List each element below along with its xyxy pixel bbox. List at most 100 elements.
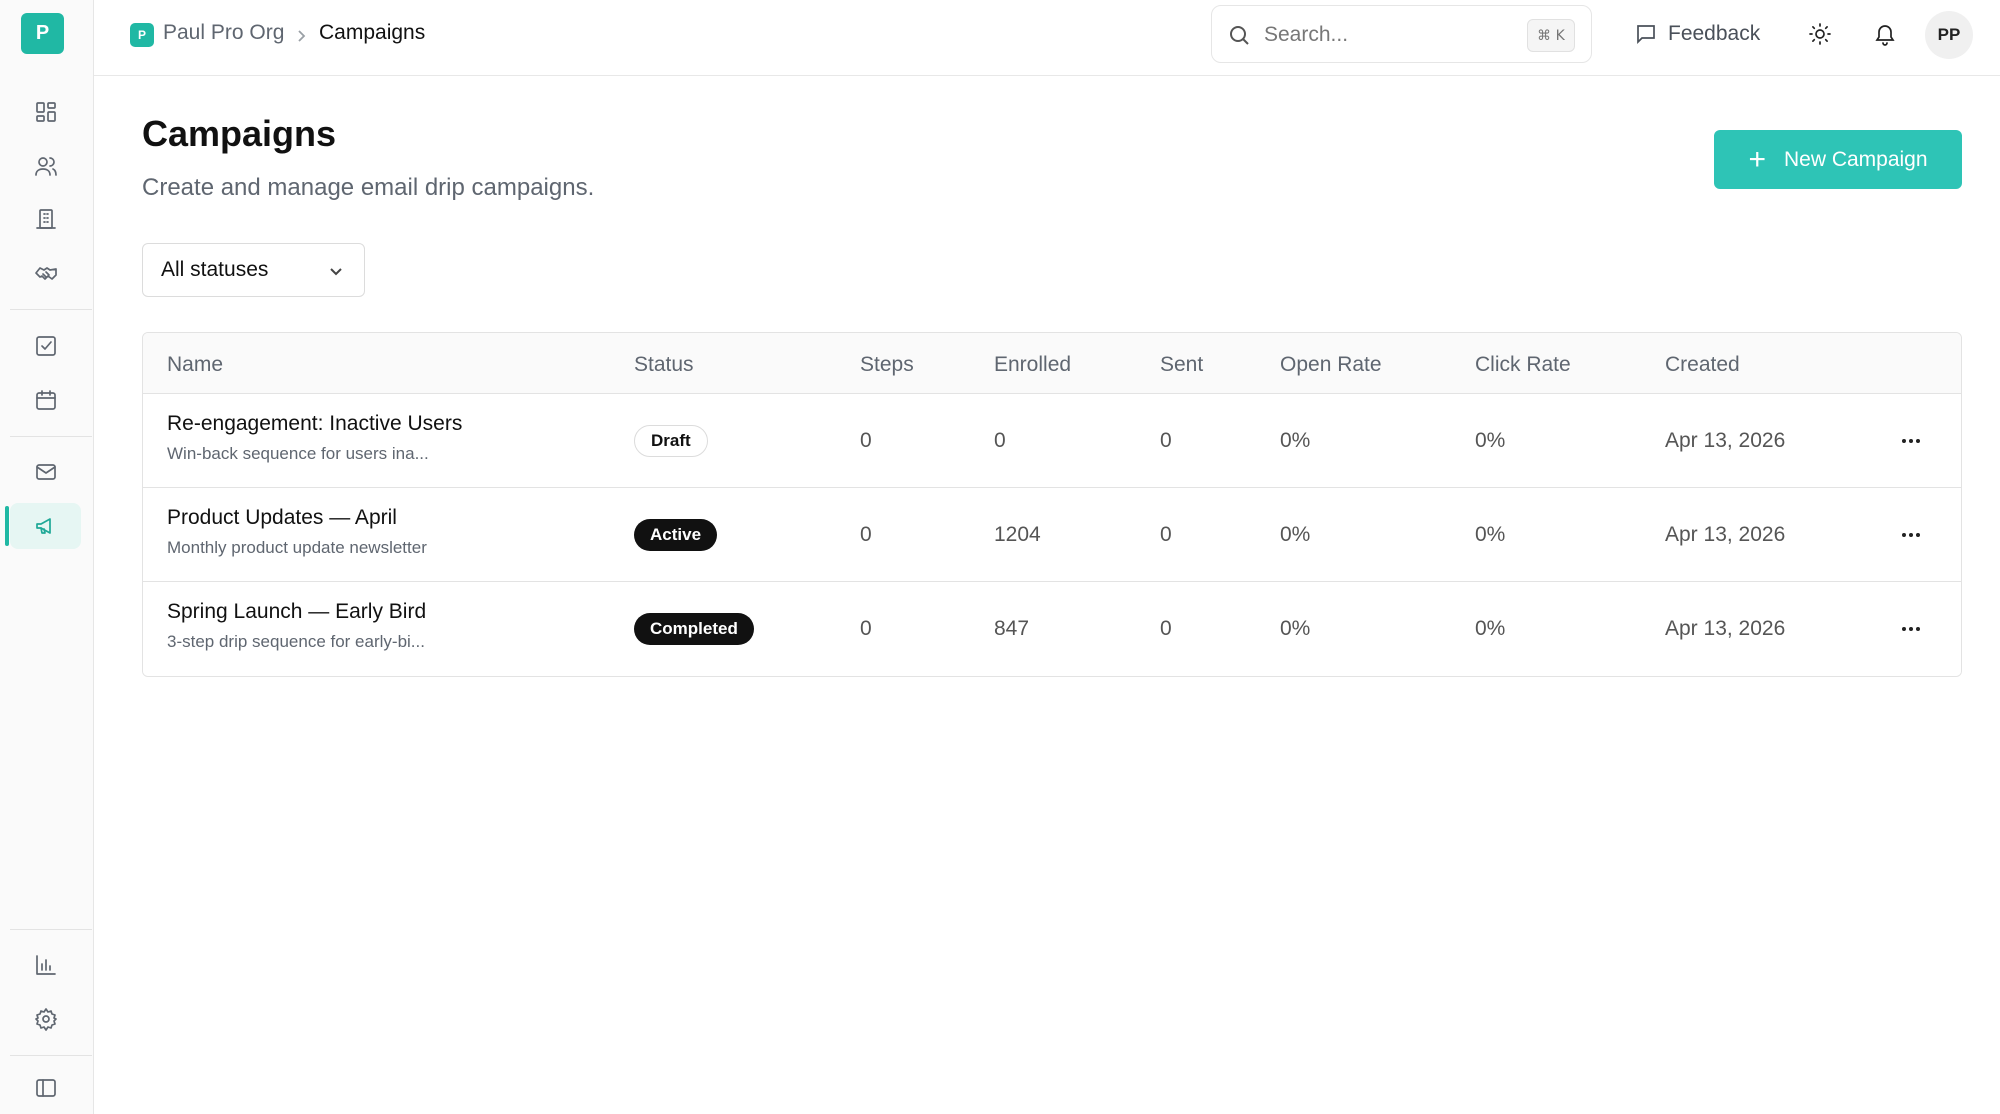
column-header-click-rate[interactable]: Click Rate <box>1475 353 1571 377</box>
breadcrumb-current: Campaigns <box>319 21 426 44</box>
theme-toggle-button[interactable] <box>1803 17 1837 51</box>
chevron-down-icon <box>330 268 342 276</box>
search-input[interactable]: Search... ⌘ K <box>1211 5 1592 63</box>
status-badge: Draft <box>634 425 708 457</box>
feedback-button[interactable]: Feedback <box>1634 16 1760 52</box>
analytics-icon <box>35 955 56 975</box>
settings-icon <box>34 1008 57 1031</box>
row-actions-button[interactable] <box>1893 521 1929 549</box>
campaign-description: Win-back sequence for users ina... <box>167 444 429 463</box>
page-subtitle: Create and manage email drip campaigns. <box>142 174 595 201</box>
sidebar-divider <box>10 436 92 437</box>
sidebar-item-tasks[interactable] <box>10 323 81 369</box>
enrolled-value: 0 <box>994 429 1006 452</box>
more-horizontal-icon <box>1909 627 1913 631</box>
users-icon <box>34 157 57 176</box>
more-horizontal-icon <box>1902 439 1906 443</box>
more-horizontal-icon <box>1902 533 1906 537</box>
status-badge: Active <box>634 519 718 551</box>
search-icon <box>1230 26 1249 45</box>
sent-value: 0 <box>1160 617 1172 640</box>
message-icon <box>1637 25 1655 45</box>
panel-toggle-icon <box>35 1079 56 1097</box>
open-rate-value: 0% <box>1280 523 1311 546</box>
status-filter-value: All statuses <box>161 258 269 281</box>
chevron-right-icon <box>298 30 306 42</box>
row-actions-button[interactable] <box>1893 615 1929 643</box>
column-header-created[interactable]: Created <box>1665 353 1740 377</box>
more-horizontal-icon <box>1902 627 1906 631</box>
campaign-name[interactable]: Product Updates — April <box>167 506 397 530</box>
sidebar-divider <box>10 309 92 310</box>
table-row[interactable]: Spring Launch — Early Bird 3-step drip s… <box>143 582 1961 676</box>
sun-icon <box>1809 23 1831 45</box>
avatar[interactable]: PP <box>1925 11 1973 59</box>
row-actions-button[interactable] <box>1893 427 1929 455</box>
status-filter-select[interactable]: All statuses <box>142 243 365 297</box>
table-row[interactable]: Re-engagement: Inactive Users Win-back s… <box>143 394 1961 488</box>
steps-value: 0 <box>860 523 872 546</box>
steps-value: 0 <box>860 617 872 640</box>
open-rate-value: 0% <box>1280 617 1311 640</box>
sidebar: P <box>0 0 94 1114</box>
sidebar-active-indicator <box>5 506 9 546</box>
column-header-status[interactable]: Status <box>634 353 694 377</box>
mail-icon <box>35 464 56 480</box>
plus-icon: + <box>1748 142 1766 176</box>
handshake-icon <box>34 267 57 280</box>
sidebar-item-settings[interactable] <box>10 996 81 1042</box>
column-header-enrolled[interactable]: Enrolled <box>994 353 1071 377</box>
campaign-description: 3-step drip sequence for early-bi... <box>167 632 425 651</box>
more-horizontal-icon <box>1916 627 1920 631</box>
breadcrumb-org-link[interactable]: Paul Pro Org <box>163 21 284 45</box>
click-rate-value: 0% <box>1475 523 1506 546</box>
sidebar-item-contacts[interactable] <box>10 143 81 189</box>
sidebar-item-analytics[interactable] <box>10 942 81 988</box>
notifications-button[interactable] <box>1868 17 1902 51</box>
new-campaign-button[interactable]: + New Campaign <box>1714 130 1962 189</box>
sidebar-divider <box>10 1055 92 1056</box>
megaphone-icon <box>35 518 51 534</box>
campaign-name[interactable]: Spring Launch — Early Bird <box>167 600 426 624</box>
sidebar-item-calendar[interactable] <box>10 377 81 423</box>
created-value: Apr 13, 2026 <box>1665 429 1786 452</box>
search-placeholder: Search... <box>1264 23 1349 46</box>
more-horizontal-icon <box>1916 439 1920 443</box>
dashboard-icon <box>35 102 56 122</box>
click-rate-value: 0% <box>1475 429 1506 452</box>
org-badge: P <box>130 23 154 47</box>
building-icon <box>35 209 56 229</box>
campaigns-table: Name Status Steps Enrolled Sent Open Rat… <box>142 332 1962 677</box>
table-row[interactable]: Product Updates — April Monthly product … <box>143 488 1961 582</box>
campaign-name[interactable]: Re-engagement: Inactive Users <box>167 412 462 436</box>
column-header-name[interactable]: Name <box>167 353 223 377</box>
search-shortcut-hint: ⌘ K <box>1527 19 1575 52</box>
sidebar-item-deals[interactable] <box>10 250 81 296</box>
sidebar-item-companies[interactable] <box>10 196 81 242</box>
new-campaign-label: New Campaign <box>1783 147 1928 171</box>
more-horizontal-icon <box>1916 533 1920 537</box>
sidebar-item-email[interactable] <box>10 449 81 495</box>
created-value: Apr 13, 2026 <box>1665 617 1786 640</box>
sent-value: 0 <box>1160 429 1172 452</box>
calendar-icon <box>35 390 56 410</box>
sidebar-collapse-button[interactable] <box>10 1065 81 1111</box>
topbar: P Paul Pro Org Campaigns Search... ⌘ K F… <box>94 0 2000 76</box>
sidebar-item-dashboard[interactable] <box>10 89 81 135</box>
click-rate-value: 0% <box>1475 617 1506 640</box>
enrolled-value: 847 <box>994 617 1030 640</box>
page-title: Campaigns <box>142 113 337 154</box>
open-rate-value: 0% <box>1280 429 1311 452</box>
table-header: Name Status Steps Enrolled Sent Open Rat… <box>143 333 1961 394</box>
app-logo[interactable]: P <box>21 13 64 54</box>
enrolled-value: 1204 <box>994 523 1041 546</box>
campaign-description: Monthly product update newsletter <box>167 538 427 557</box>
column-header-open-rate[interactable]: Open Rate <box>1280 353 1382 377</box>
more-horizontal-icon <box>1909 533 1913 537</box>
sidebar-item-campaigns[interactable] <box>10 503 81 549</box>
column-header-sent[interactable]: Sent <box>1160 353 1203 377</box>
steps-value: 0 <box>860 429 872 452</box>
status-badge: Completed <box>634 613 754 645</box>
column-header-steps[interactable]: Steps <box>860 353 914 377</box>
bell-icon <box>1875 25 1895 46</box>
